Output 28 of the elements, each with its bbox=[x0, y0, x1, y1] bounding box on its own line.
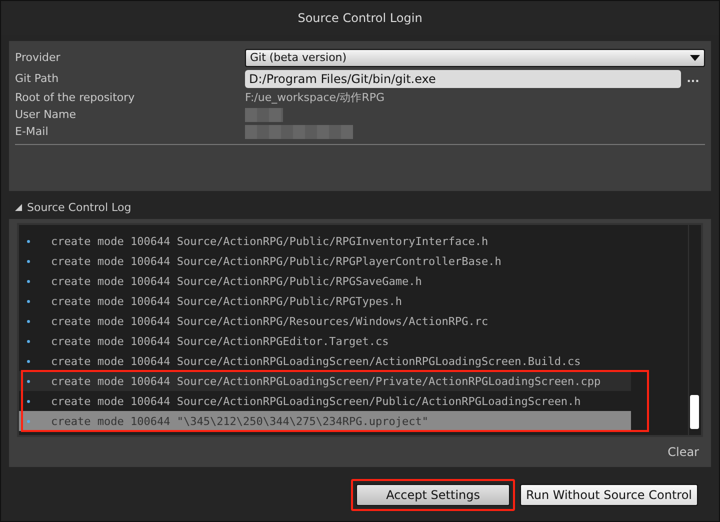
git-path-field[interactable]: D:/Program Files/Git/bin/git.exe bbox=[245, 70, 681, 88]
clear-button[interactable]: Clear bbox=[664, 445, 703, 459]
browse-button[interactable]: ... bbox=[681, 72, 705, 85]
log-row[interactable]: create mode 100644 Source/ActionRPG/Public/RPGPlayerControllerBase.h bbox=[19, 251, 631, 271]
field-label: Root of the repository bbox=[15, 91, 136, 104]
scrollbar[interactable] bbox=[688, 225, 701, 435]
field-label: Git Path bbox=[15, 72, 60, 85]
dialog-button[interactable]: Accept Settings bbox=[356, 484, 510, 506]
blurred-block bbox=[245, 108, 283, 122]
log-row[interactable]: create mode 100644 Source/ActionRPGEditor.Target.cs bbox=[19, 331, 631, 351]
log-row[interactable]: create mode 100644 Source/ActionRPG/Public/RPGSaveGame.h bbox=[19, 271, 631, 291]
field-label: Provider bbox=[15, 51, 62, 64]
window-title: Source Control Login bbox=[298, 11, 422, 25]
repository-path: F:/ue_workspace/动作RPG bbox=[245, 90, 385, 105]
expand-triangle-icon[interactable] bbox=[15, 204, 22, 210]
log-row[interactable]: create mode 100644 Source/ActionRPGLoadingScreen/Private/ActionRPGLoadingScreen.cpp bbox=[19, 371, 631, 391]
provider-dropdown[interactable]: Git (beta version) bbox=[245, 48, 705, 66]
log-row[interactable]: create mode 100644 Source/ActionRPGLoadingScreen/Public/ActionRPGLoadingScreen.h bbox=[19, 391, 631, 411]
log-row[interactable]: create mode 100644 Source/ActionRPGLoadingScreen/ActionRPGLoadingScreen.Build.cs bbox=[19, 351, 631, 371]
log-row[interactable]: create mode 100644 Source/ActionRPG/Public/RPGInventoryInterface.h bbox=[19, 231, 631, 251]
section-title: Source Control Log bbox=[27, 200, 132, 214]
log-row[interactable]: create mode 100644 Source/ActionRPG/Resources/Windows/ActionRPG.rc bbox=[19, 311, 631, 331]
dialog-button[interactable]: Run Without Source Control bbox=[520, 484, 698, 506]
log-row[interactable]: create mode 100644 Source/ActionRPG/Public/RPGTypes.h bbox=[19, 291, 631, 311]
field-label: User Name bbox=[15, 108, 78, 121]
caret-icon bbox=[690, 54, 700, 60]
log-row[interactable]: create mode 100644 "\345\212\250\344\275\234RPG.uproject" bbox=[19, 411, 631, 431]
field-label: E-Mail bbox=[15, 125, 50, 138]
